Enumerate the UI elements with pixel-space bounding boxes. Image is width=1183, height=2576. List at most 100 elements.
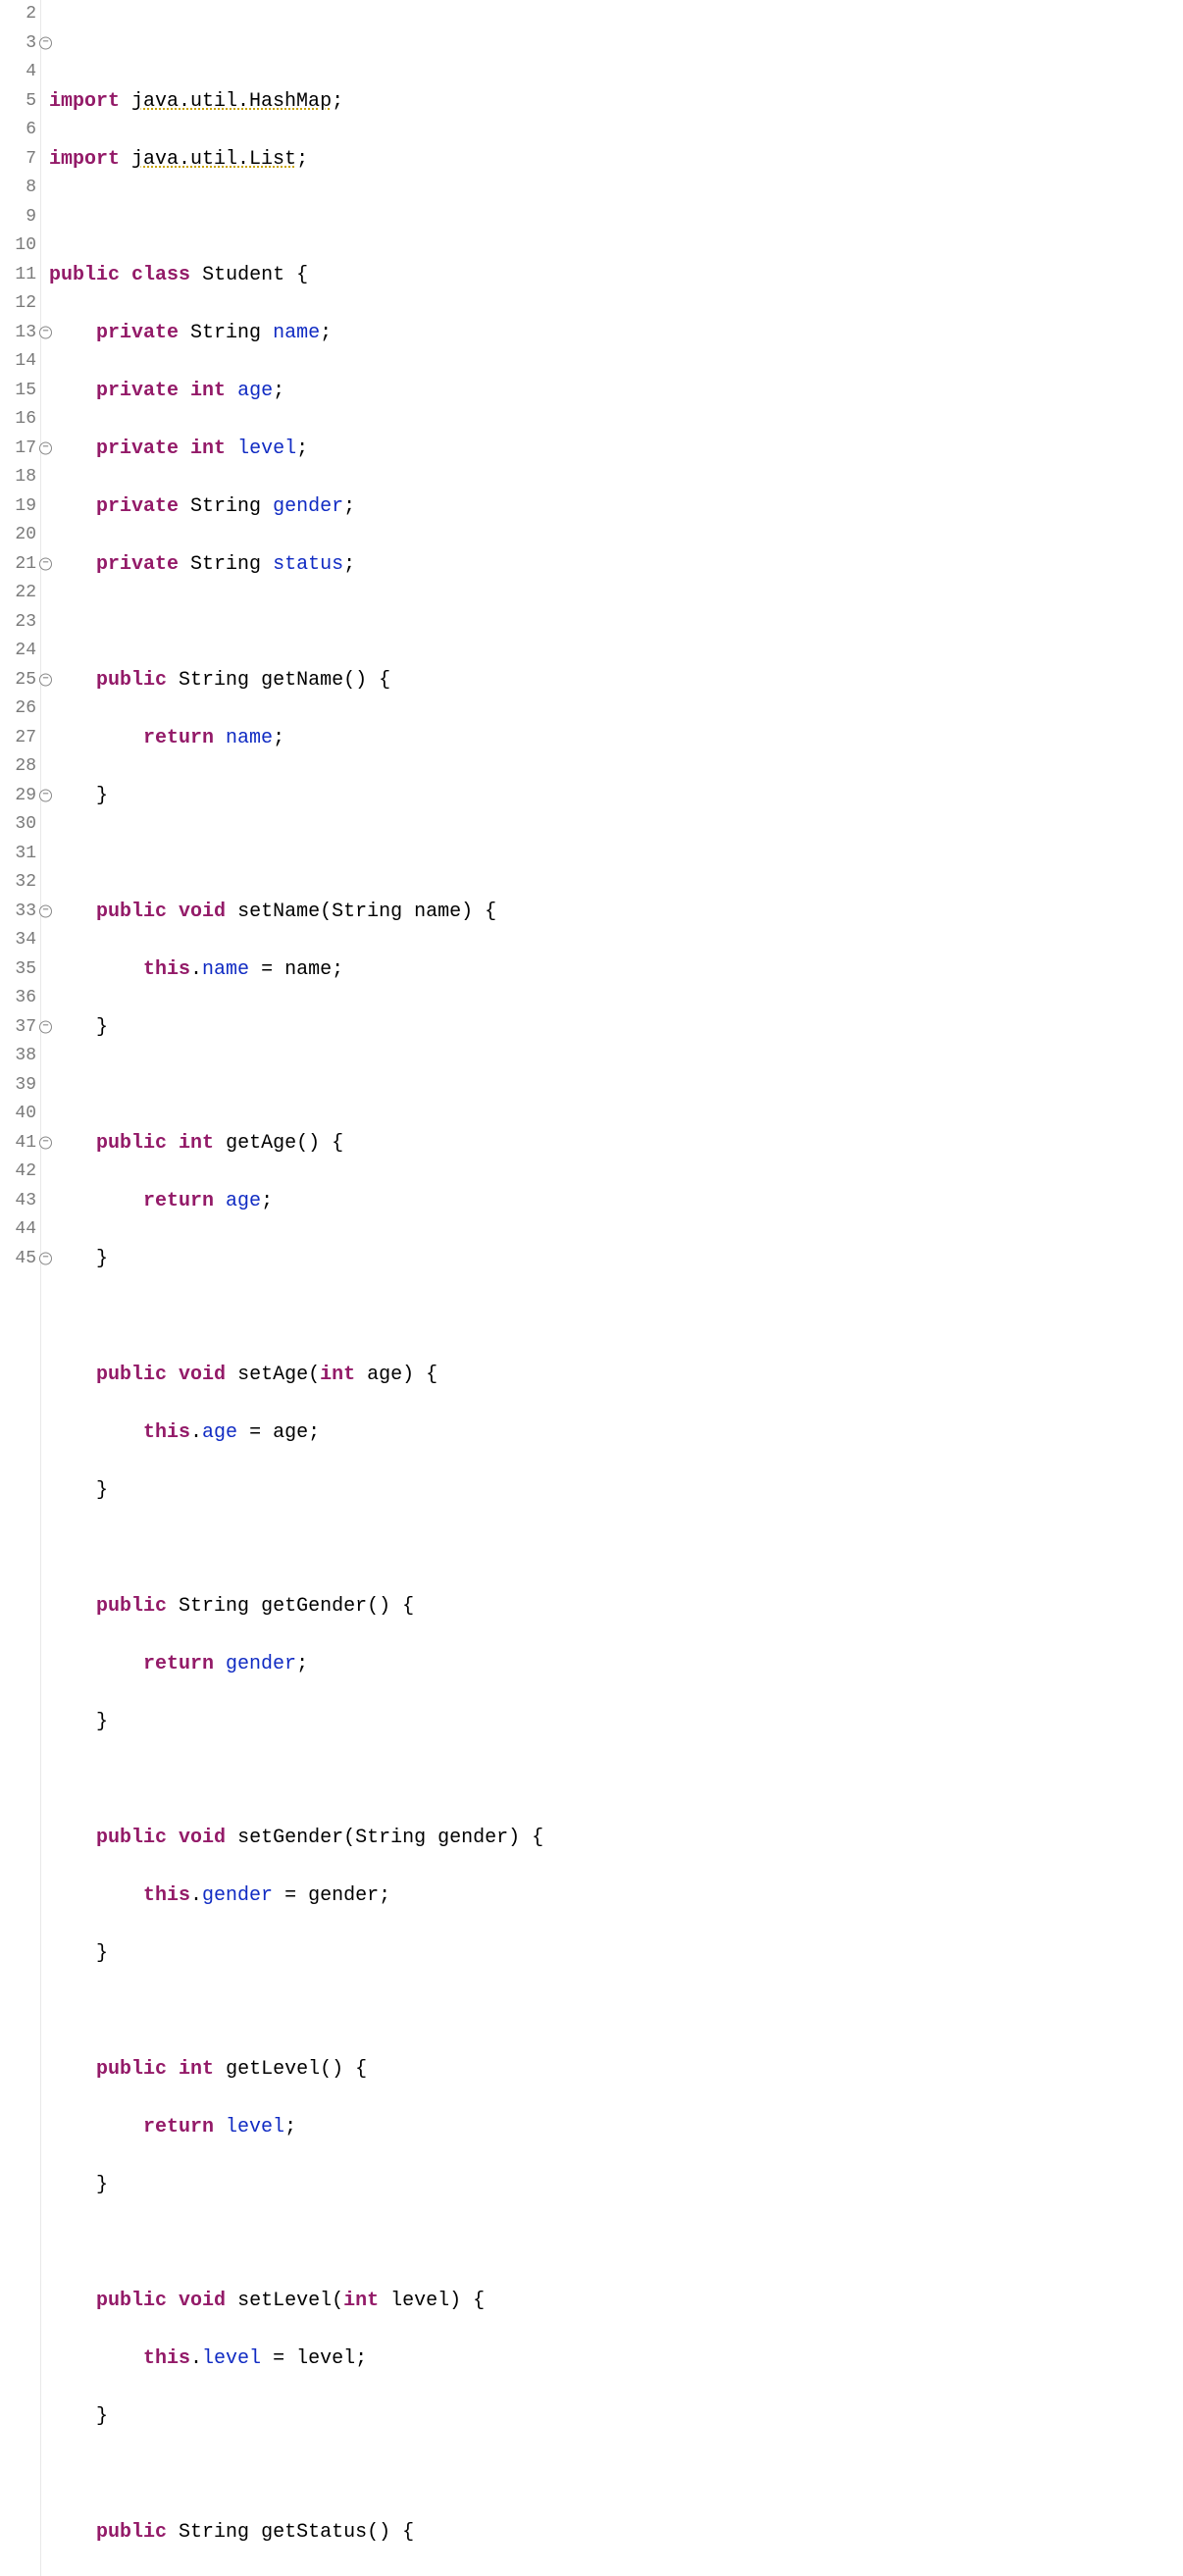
- code-line: }: [49, 782, 1183, 811]
- line-number: 30: [0, 810, 40, 840]
- fold-toggle-icon[interactable]: [39, 905, 52, 918]
- method-getAge: getAge: [226, 1132, 296, 1155]
- line-number: 7: [0, 145, 40, 175]
- fold-toggle-icon[interactable]: [39, 674, 52, 687]
- line-number: 22: [0, 579, 40, 608]
- line-number: 45: [0, 1245, 40, 1274]
- line-number: 27: [0, 724, 40, 753]
- code-line: this.level = level;: [49, 2344, 1183, 2374]
- line-number: 44: [0, 1215, 40, 1245]
- line-number: 34: [0, 926, 40, 955]
- method-getGender: getGender: [261, 1595, 367, 1618]
- code-line: public int getLevel() {: [49, 2055, 1183, 2085]
- code-line: [49, 1071, 1183, 1101]
- line-number: 15: [0, 377, 40, 406]
- code-line: }: [49, 1245, 1183, 1274]
- line-number: 10: [0, 232, 40, 261]
- method-setLevel: setLevel: [237, 2290, 332, 2312]
- field-age: age: [237, 380, 273, 402]
- code-line: import java.util.List;: [49, 145, 1183, 175]
- code-line: private String status;: [49, 550, 1183, 580]
- code-line: this.name = name;: [49, 955, 1183, 985]
- code-line: this.gender = gender;: [49, 1881, 1183, 1911]
- code-line: }: [49, 1476, 1183, 1506]
- code-line: }: [49, 1708, 1183, 1737]
- code-line: }: [49, 2402, 1183, 2432]
- fold-toggle-icon[interactable]: [39, 558, 52, 571]
- import-path: java.util.HashMap: [131, 90, 332, 113]
- field-gender: gender: [273, 495, 343, 518]
- fold-toggle-icon[interactable]: [39, 790, 52, 802]
- line-number: 28: [0, 752, 40, 782]
- field-status: status: [273, 553, 343, 576]
- line-number: 33: [0, 898, 40, 927]
- fold-toggle-icon[interactable]: [39, 327, 52, 339]
- line-number: 18: [0, 463, 40, 492]
- code-line: return gender;: [49, 1650, 1183, 1679]
- code-line: import java.util.HashMap;: [49, 87, 1183, 117]
- line-number: 6: [0, 116, 40, 145]
- field-level: level: [237, 438, 296, 460]
- code-line: }: [49, 1939, 1183, 1969]
- line-number: 4: [0, 58, 40, 87]
- line-number: 2: [0, 0, 40, 29]
- code-line: [49, 29, 1183, 59]
- code-line: [49, 1534, 1183, 1564]
- line-number: 20: [0, 521, 40, 550]
- code-line: public void setGender(String gender) {: [49, 1824, 1183, 1853]
- field-name: name: [273, 322, 320, 344]
- keyword-import: import: [49, 90, 120, 113]
- method-getLevel: getLevel: [226, 2058, 320, 2081]
- code-line: private int age;: [49, 377, 1183, 406]
- line-number: 13: [0, 319, 40, 348]
- code-line: [49, 2460, 1183, 2490]
- fold-toggle-icon[interactable]: [39, 1137, 52, 1150]
- line-number: 21: [0, 550, 40, 580]
- line-number: 11: [0, 261, 40, 290]
- code-line: public void setLevel(int level) {: [49, 2287, 1183, 2316]
- code-line: public int getAge() {: [49, 1129, 1183, 1159]
- import-path: java.util.List: [131, 148, 296, 171]
- code-line: private int level;: [49, 435, 1183, 464]
- line-number: 31: [0, 840, 40, 869]
- line-number: 37: [0, 1013, 40, 1043]
- line-number: 8: [0, 174, 40, 203]
- line-number: 17: [0, 435, 40, 464]
- code-line: [49, 2229, 1183, 2258]
- code-line: return name;: [49, 724, 1183, 753]
- code-line: }: [49, 2171, 1183, 2200]
- code-line: [49, 1303, 1183, 1332]
- method-getStatus: getStatus: [261, 2521, 367, 2544]
- code-line: return level;: [49, 2113, 1183, 2142]
- method-getName: getName: [261, 669, 343, 692]
- fold-toggle-icon[interactable]: [39, 442, 52, 455]
- code-line: [49, 608, 1183, 638]
- line-number: 19: [0, 492, 40, 522]
- code-line: [49, 1997, 1183, 2027]
- code-line: public void setName(String name) {: [49, 898, 1183, 927]
- code-line: public String getStatus() {: [49, 2518, 1183, 2548]
- line-number: 43: [0, 1187, 40, 1216]
- fold-toggle-icon[interactable]: [39, 37, 52, 50]
- line-number: 35: [0, 955, 40, 985]
- code-line: private String gender;: [49, 492, 1183, 522]
- code-editor[interactable]: import java.util.HashMap; import java.ut…: [41, 0, 1183, 2576]
- line-number: 32: [0, 868, 40, 898]
- code-line: public class Student {: [49, 261, 1183, 290]
- code-line: [49, 1766, 1183, 1795]
- fold-toggle-icon[interactable]: [39, 1021, 52, 1034]
- code-line: return age;: [49, 1187, 1183, 1216]
- line-number: 39: [0, 1071, 40, 1101]
- line-number: 9: [0, 203, 40, 232]
- line-number: 36: [0, 984, 40, 1013]
- line-number: 25: [0, 666, 40, 696]
- code-line: public String getName() {: [49, 666, 1183, 696]
- line-number: 24: [0, 637, 40, 666]
- line-number: 26: [0, 695, 40, 724]
- code-line: }: [49, 1013, 1183, 1043]
- class-name: Student: [202, 264, 284, 286]
- keyword-import: import: [49, 148, 120, 171]
- fold-toggle-icon[interactable]: [39, 1253, 52, 1265]
- line-number: 41: [0, 1129, 40, 1159]
- line-gutter: 2345678910111213141516171819202122232425…: [0, 0, 41, 2576]
